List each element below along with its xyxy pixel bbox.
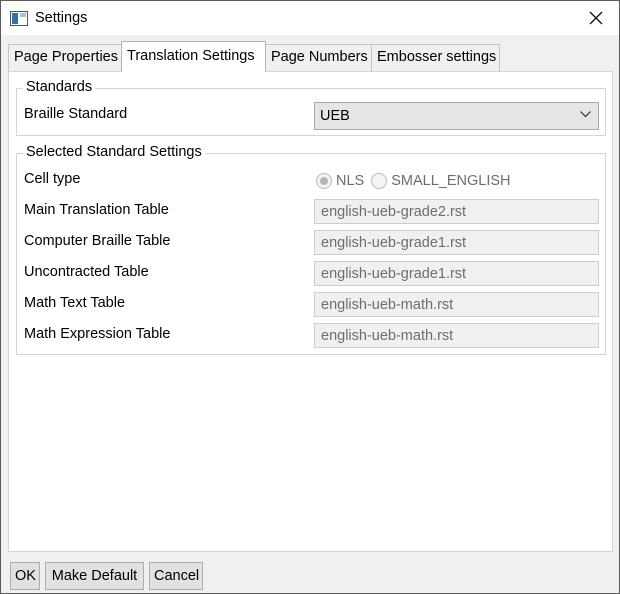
- cell-type-label: Cell type: [24, 171, 81, 187]
- computer-braille-table-label: Computer Braille Table: [24, 233, 171, 249]
- cell-type-radio-group: NLS SMALL_ENGLISH: [316, 173, 518, 189]
- tab-panel: Standards Braille Standard UEB Selected …: [8, 71, 613, 552]
- cell-type-small-english-label: SMALL_ENGLISH: [391, 173, 511, 189]
- math-expression-table-label: Math Expression Table: [24, 326, 171, 342]
- braille-standard-select[interactable]: UEB: [314, 102, 599, 130]
- chevron-down-icon: [580, 111, 591, 118]
- cancel-button[interactable]: Cancel: [149, 562, 203, 590]
- standards-group-title: Standards: [23, 79, 96, 95]
- math-text-table-label: Math Text Table: [24, 295, 126, 311]
- make-default-button[interactable]: Make Default: [45, 562, 144, 590]
- settings-window: Settings Page Properties Translation Set…: [0, 0, 620, 594]
- cell-type-radio-small-english[interactable]: [371, 173, 388, 189]
- app-window-icon: [10, 11, 28, 26]
- selected-standard-group-title: Selected Standard Settings: [23, 144, 205, 160]
- uncontracted-table-field[interactable]: [314, 261, 599, 286]
- main-translation-table-field[interactable]: [314, 199, 599, 224]
- cell-type-nls-label: NLS: [336, 173, 365, 189]
- math-expression-table-field[interactable]: [314, 323, 599, 348]
- main-translation-table-label: Main Translation Table: [24, 202, 169, 218]
- window-title: Settings: [35, 10, 88, 26]
- cell-type-radio-nls[interactable]: [316, 173, 332, 189]
- close-button[interactable]: [573, 1, 619, 35]
- tab-embosser-settings[interactable]: Embosser settings: [371, 44, 500, 71]
- computer-braille-table-field[interactable]: [314, 230, 599, 255]
- tab-strip: Page Properties Translation Settings Pag…: [8, 41, 608, 72]
- braille-standard-value: UEB: [320, 108, 350, 124]
- standards-group: Standards Braille Standard UEB: [16, 79, 606, 136]
- uncontracted-table-label: Uncontracted Table: [24, 264, 149, 280]
- braille-standard-label: Braille Standard: [24, 106, 128, 122]
- math-text-table-field[interactable]: [314, 292, 599, 317]
- tab-translation-settings[interactable]: Translation Settings: [121, 41, 266, 72]
- selected-standard-group: Selected Standard Settings Cell type NLS…: [16, 144, 606, 355]
- tab-page-properties[interactable]: Page Properties: [8, 44, 122, 71]
- close-icon: [589, 11, 603, 25]
- tab-page-numbers[interactable]: Page Numbers: [265, 44, 372, 71]
- title-bar: Settings: [1, 1, 619, 35]
- ok-button[interactable]: OK: [10, 562, 40, 590]
